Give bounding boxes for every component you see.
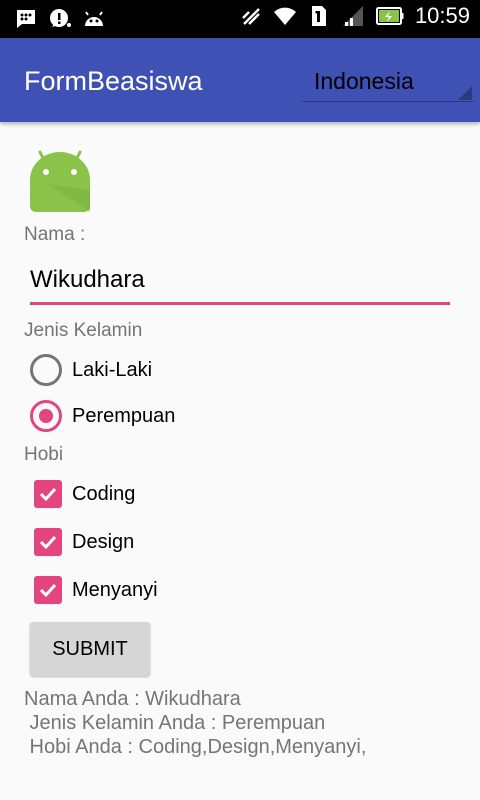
checkbox-coding[interactable]: Coding [30, 474, 330, 514]
gender-label: Jenis Kelamin [24, 320, 143, 341]
result-hobby: Hobi Anda : Coding,Design,Menyanyi, [24, 736, 367, 758]
clock: 10:59 [414, 3, 470, 28]
checkbox-checked-icon [34, 576, 62, 604]
android-icon [85, 11, 103, 26]
wifi-icon [273, 7, 296, 25]
radio-label: Laki-Laki [72, 358, 153, 381]
android-logo-icon [30, 150, 90, 212]
bbm-icon [17, 10, 35, 28]
sim-1-icon [311, 6, 326, 26]
checkbox-label: Coding [72, 482, 136, 505]
radio-perempuan[interactable]: Perempuan [30, 396, 330, 436]
spinner-underline [302, 101, 474, 102]
radio-checked-icon [30, 400, 62, 432]
result-name: Nama Anda : Wikudhara [24, 688, 241, 710]
checkbox-checked-icon [34, 528, 62, 556]
app-title: FormBeasiswa [24, 66, 203, 96]
checkbox-checked-icon [34, 480, 62, 508]
result-gender: Jenis Kelamin Anda : Perempuan [24, 712, 326, 734]
chat-alert-icon [50, 9, 71, 27]
app-bar: FormBeasiswa Indonesia [0, 38, 480, 122]
name-input[interactable]: Wikudhara [30, 266, 145, 294]
radio-laki-laki[interactable]: Laki-Laki [30, 350, 330, 390]
name-input-underline [30, 302, 450, 305]
name-label: Nama : [24, 224, 86, 245]
dropdown-triangle-icon [458, 86, 472, 100]
checkbox-label: Menyanyi [72, 578, 158, 601]
country-spinner[interactable]: Indonesia [302, 62, 474, 102]
checkbox-menyanyi[interactable]: Menyanyi [30, 570, 330, 610]
radio-unchecked-icon [30, 354, 62, 386]
hobby-label: Hobi [24, 444, 64, 465]
signal-icon [342, 6, 363, 26]
form-content: Nama : Wikudhara Jenis Kelamin Laki-Laki… [0, 122, 480, 800]
status-bar: 10:59 [0, 0, 480, 38]
submit-button[interactable]: SUBMIT [30, 622, 150, 676]
mute-icon [242, 8, 260, 25]
battery-charging-icon [375, 7, 404, 25]
spinner-selected-value: Indonesia [314, 68, 414, 94]
radio-label: Perempuan [72, 404, 176, 427]
checkbox-label: Design [72, 530, 135, 553]
checkbox-design[interactable]: Design [30, 522, 330, 562]
